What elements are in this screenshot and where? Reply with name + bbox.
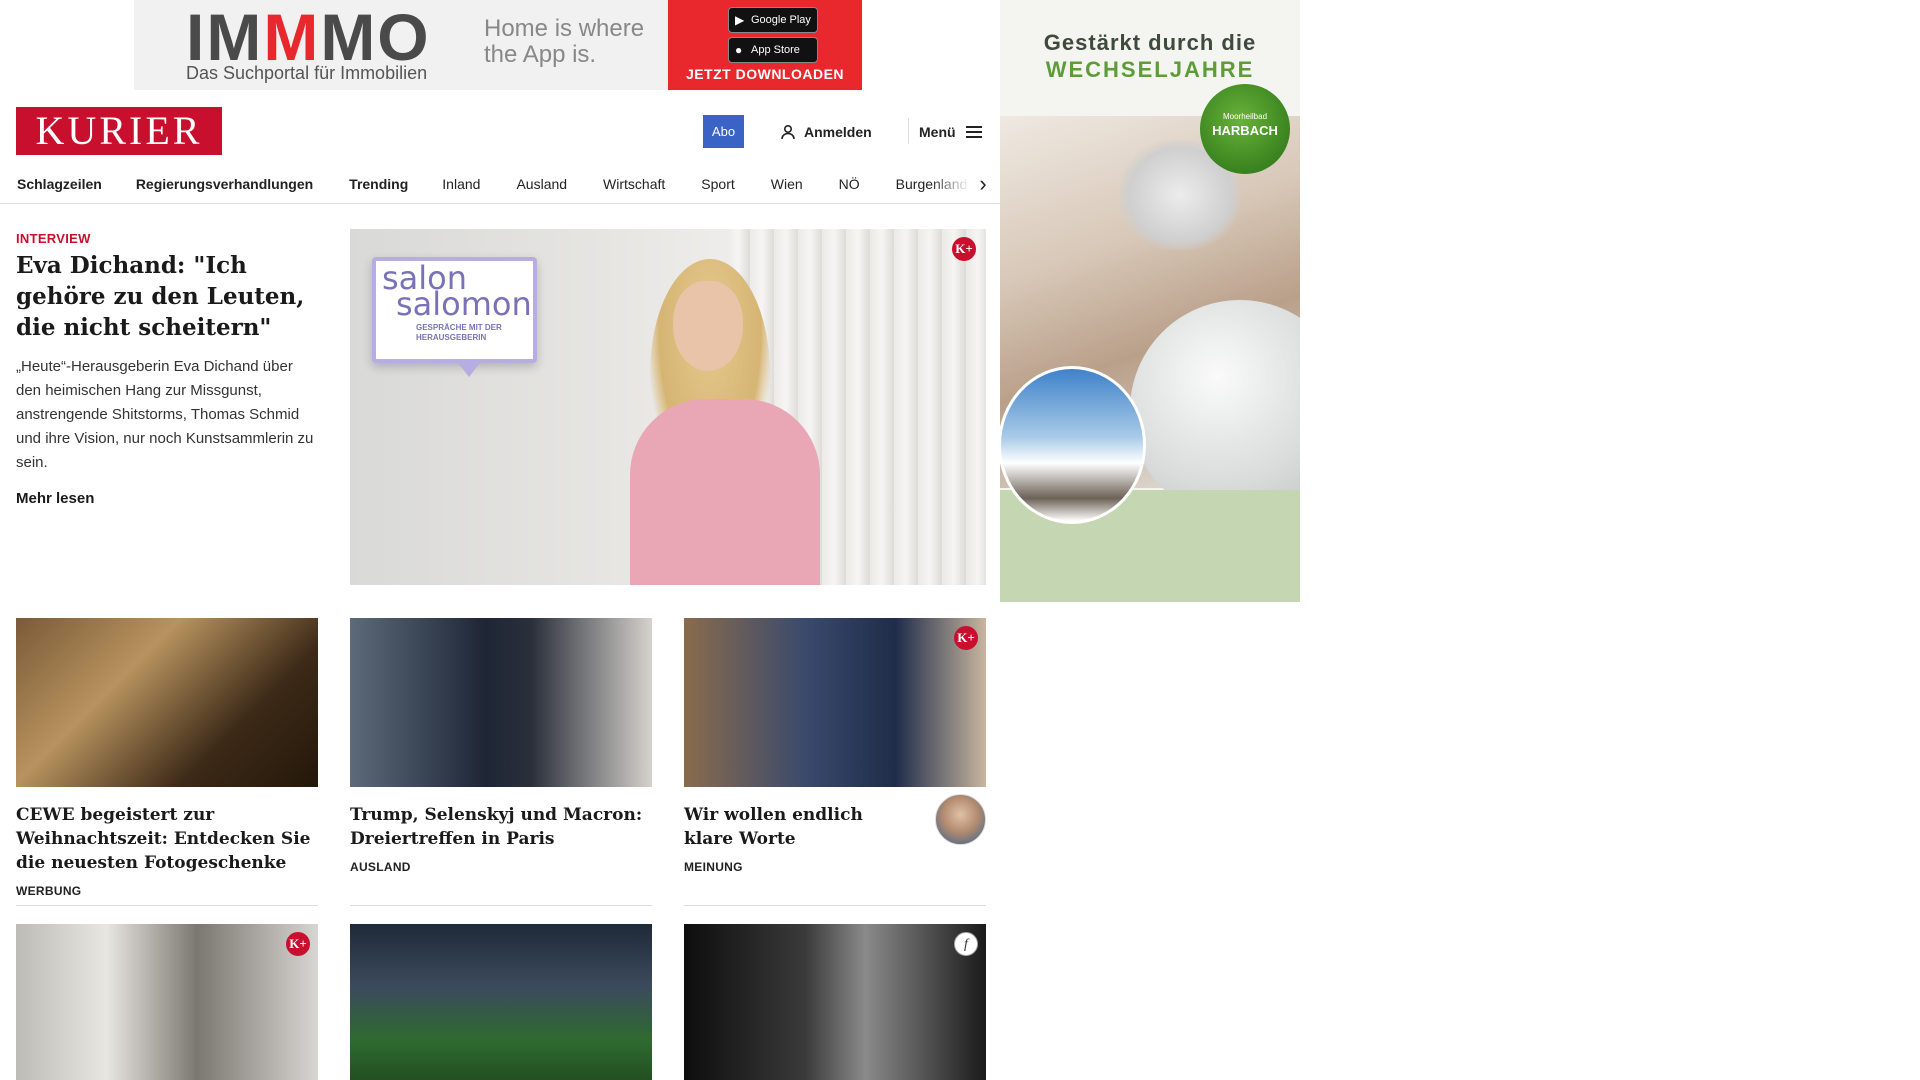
hero-image-face (673, 281, 743, 371)
nav-item-inland[interactable]: Inland (442, 176, 480, 192)
badge-small-text: Moorheilbad (1222, 112, 1268, 121)
abo-button[interactable]: Abo (703, 115, 744, 148)
nav-item-regierungsverhandlungen[interactable]: Regierungsverhandlungen (136, 176, 313, 192)
article-card-syria[interactable]: K+ (16, 924, 318, 1080)
app-store-badge[interactable]: ● App Store (728, 37, 818, 63)
kurier-plus-badge: K+ (954, 626, 978, 650)
article-title[interactable]: CEWE begeistert zur Weihnachts­zeit: Ent… (16, 803, 318, 875)
badge-brand-text: HARBACH (1212, 123, 1278, 138)
ad-cta[interactable]: JETZT DOWNLOADEN (668, 66, 862, 82)
ad-brand-logo: IMMMO (186, 0, 431, 74)
salon-line3: GESPRÄCHE MIT DER HERAUSGEBERIN (416, 323, 502, 342)
nav-item-noe[interactable]: NÖ (839, 176, 860, 192)
menu-button[interactable]: Menü (919, 121, 982, 143)
sidebar-ad-headline: Gestärkt durch die (1043, 30, 1257, 55)
article-card-feature[interactable]: f (684, 924, 986, 1080)
login-label: Anmelden (804, 124, 872, 140)
sidebar-ad-highlight: WECHSELJAHRE (1045, 57, 1255, 82)
nav-item-wirtschaft[interactable]: Wirtschaft (603, 176, 665, 192)
google-play-badge[interactable]: ▶ Google Play (728, 7, 818, 33)
login-button[interactable]: Anmelden (780, 121, 872, 143)
article-category: WERBUNG (16, 884, 82, 898)
ad-tagline: Home is where the App is. (484, 15, 645, 68)
ad-download-panel[interactable]: ▶ Google Play ● App Store JETZT DOWNLOADEN (668, 0, 862, 90)
hero-kicker: INTERVIEW (16, 231, 91, 246)
article-thumbnail[interactable] (350, 924, 652, 1080)
nav-item-trending[interactable]: Trending (349, 176, 408, 192)
nav-item-schlagzeilen[interactable]: Schlagzeilen (17, 176, 102, 192)
harbach-badge: Moorheilbad HARBACH (1200, 84, 1290, 174)
row-divider (684, 905, 986, 906)
salon-speech-tail (455, 359, 483, 377)
article-card-paris-meeting[interactable]: Trump, Selenskyj und Macron: Dreiertreff… (350, 618, 652, 874)
chevron-right-icon[interactable]: › (970, 172, 996, 198)
article-thumbnail[interactable] (350, 618, 652, 787)
article-title[interactable]: Wir wollen endlich klare Worte (684, 803, 914, 851)
header-divider (908, 118, 909, 144)
menu-label: Menü (919, 124, 956, 140)
user-icon (781, 124, 795, 140)
article-thumbnail[interactable]: K+ (16, 924, 318, 1080)
ad-subline: Das Suchportal für Immobilien (186, 63, 428, 83)
article-thumbnail[interactable]: K+ (684, 618, 986, 787)
hero-image[interactable]: salon salomon GESPRÄCHE MIT DER HERAUSGE… (350, 229, 986, 585)
article-card-cewe[interactable]: CEWE begeistert zur Weihnachts­zeit: Ent… (16, 618, 318, 898)
article-thumbnail[interactable] (16, 618, 318, 787)
nav-item-ausland[interactable]: Ausland (516, 176, 567, 192)
main-nav: Schlagzeilen Regierungsverhandlungen Tre… (0, 164, 1000, 204)
feature-badge: f (954, 932, 978, 956)
salon-line2: salomon (396, 285, 532, 323)
nav-fade (930, 165, 970, 203)
nav-item-wien[interactable]: Wien (771, 176, 803, 192)
kurier-plus-badge: K+ (286, 932, 310, 956)
article-card-football[interactable] (350, 924, 652, 1080)
article-category: MEINUNG (684, 860, 743, 874)
article-title[interactable]: Trump, Selenskyj und Macron: Dreiertreff… (350, 803, 652, 851)
hero-image-body (630, 399, 820, 585)
article-category: AUSLAND (350, 860, 411, 874)
hamburger-icon (965, 126, 982, 138)
read-more-link[interactable]: Mehr lesen (16, 490, 94, 507)
play-store-icon: ▶ (735, 13, 745, 27)
apple-icon: ● (735, 43, 743, 57)
salon-salomon-logo: salon salomon GESPRÄCHE MIT DER HERAUSGE… (372, 257, 537, 363)
kurier-logo[interactable]: KURIER (16, 107, 222, 155)
row-divider (16, 905, 318, 906)
sidebar-ad[interactable]: Gestärkt durch die WECHSELJAHRE Moorheil… (1000, 0, 1300, 602)
top-ad-banner[interactable]: IMMMO Das Suchportal für Immobilien Home… (134, 0, 862, 90)
hero-title[interactable]: Eva Dichand: "Ich gehöre zu den Leuten, … (16, 250, 316, 343)
row-divider (350, 905, 652, 906)
author-avatar[interactable] (935, 794, 986, 845)
sidebar-ad-winter-image (1000, 366, 1146, 524)
article-thumbnail[interactable]: f (684, 924, 986, 1080)
kurier-plus-badge: K+ (952, 237, 976, 261)
nav-item-sport[interactable]: Sport (701, 176, 734, 192)
hero-teaser: „Heute“-Herausgeberin Eva Dichand über d… (16, 358, 314, 471)
